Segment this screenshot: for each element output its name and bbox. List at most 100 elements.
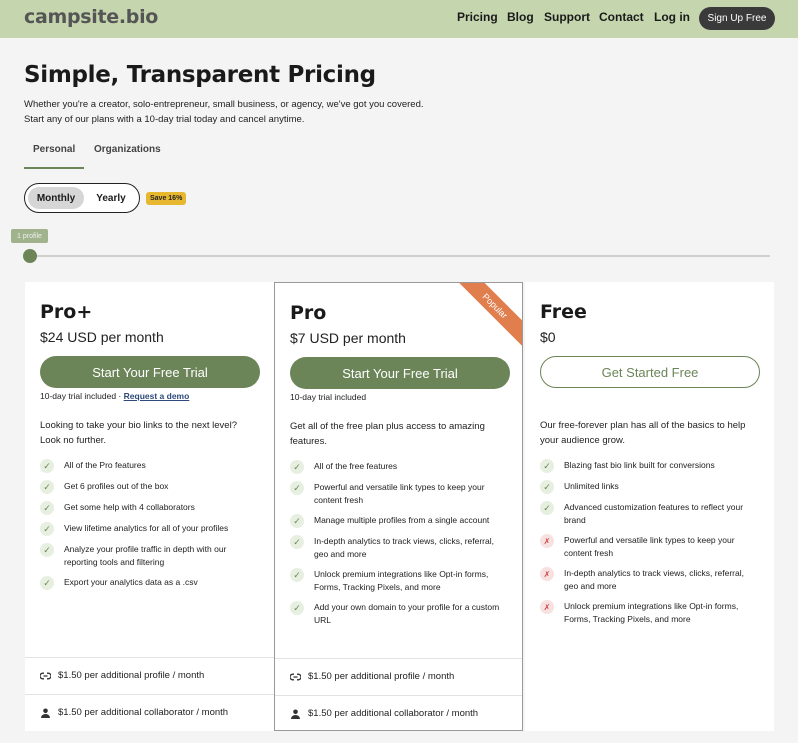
divider <box>275 658 522 659</box>
start-trial-button[interactable]: Start Your Free Trial <box>290 357 510 389</box>
feature-text: Powerful and versatile link types to kee… <box>314 482 485 505</box>
plan-price: $7 USD per month <box>290 330 406 346</box>
plan-description: Our free-forever plan has all of the bas… <box>540 420 746 446</box>
trial-note: 10-day trial included · Request a demo <box>40 391 189 401</box>
profile-count-tooltip: 1 profile <box>11 229 48 243</box>
check-icon: ✓ <box>290 514 304 528</box>
feature-text: In-depth analytics to track views, click… <box>314 536 494 559</box>
get-started-button[interactable]: Get Started Free <box>540 356 760 388</box>
feature-text: Unlock premium integrations like Opt-in … <box>314 569 489 592</box>
feature-item: ✓ Add your own domain to your profile for… <box>290 601 510 627</box>
billing-yearly-option[interactable]: Yearly <box>85 187 137 209</box>
plan-description: Get all of the free plan plus access to … <box>290 421 485 447</box>
addon-text: $1.50 per additional collaborator / mont… <box>58 707 229 718</box>
campsite-logo[interactable]: campsite.bio <box>24 6 158 28</box>
trial-note: 10-day trial included <box>290 392 367 402</box>
feature-item: ✓ In-depth analytics to track views, clic… <box>290 535 510 561</box>
sign-up-button[interactable]: Sign Up Free <box>699 7 775 30</box>
check-icon: ✓ <box>40 501 54 515</box>
tab-personal[interactable]: Personal <box>33 144 75 155</box>
billing-monthly-option[interactable]: Monthly <box>28 187 84 209</box>
check-icon: ✓ <box>40 480 54 494</box>
tab-organizations[interactable]: Organizations <box>94 144 161 155</box>
feature-text: Export your analytics data as a .csv <box>64 577 198 587</box>
addon-collaborator: $1.50 per additional collaborator / mont… <box>290 708 478 719</box>
page-title: Simple, Transparent Pricing <box>24 62 376 88</box>
plan-card-pro-plus: Pro+ $24 USD per month Start Your Free T… <box>25 282 274 731</box>
feature-item: ✓ Analyze your profile traffic in depth w… <box>40 543 260 569</box>
feature-item: ✓ Unlock premium integrations like Opt-in… <box>290 568 510 594</box>
feature-list: ✓ All of the free features ✓ Powerful and v… <box>290 460 510 634</box>
divider <box>25 694 274 695</box>
price-amount: $7 <box>290 330 306 346</box>
nav-support[interactable]: Support <box>544 10 590 24</box>
feature-list: ✓ All of the Pro features ✓ Get 6 profiles … <box>40 459 260 597</box>
feature-text: All of the free features <box>314 461 398 471</box>
addon-profile: $1.50 per additional profile / month <box>290 671 454 682</box>
link-icon <box>290 673 301 680</box>
check-icon: ✓ <box>40 543 54 557</box>
price-amount: $24 <box>40 329 64 345</box>
cross-icon: ✗ <box>540 600 554 614</box>
feature-item: ✗ Powerful and versatile link types to ke… <box>540 534 760 560</box>
feature-item: ✗ In-depth analytics to track views, clic… <box>540 567 760 593</box>
nav-contact[interactable]: Contact <box>599 10 644 24</box>
feature-text: Powerful and versatile link types to kee… <box>564 535 735 558</box>
active-tab-indicator <box>24 167 84 169</box>
addon-text: $1.50 per additional collaborator / mont… <box>308 708 479 719</box>
check-icon: ✓ <box>40 459 54 473</box>
divider <box>275 695 522 696</box>
feature-item: ✗ Unlock premium integrations like Opt-in… <box>540 600 760 626</box>
feature-text: Advanced customization features to refle… <box>564 502 744 525</box>
user-icon <box>41 708 50 718</box>
link-icon <box>40 672 51 679</box>
feature-item: ✓ View lifetime analytics for all of your… <box>40 522 260 536</box>
plan-card-pro: Popular Pro $7 USD per month Start Your … <box>274 282 523 731</box>
trial-note-text: 10-day trial included · <box>40 391 122 401</box>
feature-item: ✓ All of the free features <box>290 460 510 474</box>
addon-collaborator: $1.50 per additional collaborator / mont… <box>40 707 228 718</box>
plan-name: Pro <box>290 302 327 324</box>
feature-text: In-depth analytics to track views, click… <box>564 568 744 591</box>
price-unit: USD per month <box>67 329 164 345</box>
check-icon: ✓ <box>290 601 304 615</box>
billing-toggle[interactable]: Monthly Yearly <box>24 183 140 213</box>
check-icon: ✓ <box>540 459 554 473</box>
popular-ribbon: Popular <box>449 283 522 352</box>
feature-text: Manage multiple profiles from a single a… <box>314 515 490 525</box>
request-demo-link[interactable]: Request a demo <box>124 391 190 401</box>
check-icon: ✓ <box>290 535 304 549</box>
nav-blog[interactable]: Blog <box>507 10 534 24</box>
feature-item: ✓ Export your analytics data as a .csv <box>40 576 260 590</box>
check-icon: ✓ <box>290 568 304 582</box>
check-icon: ✓ <box>540 480 554 494</box>
check-icon: ✓ <box>290 481 304 495</box>
feature-item: ✓ Get 6 profiles out of the box <box>40 480 260 494</box>
start-trial-button[interactable]: Start Your Free Trial <box>40 356 260 388</box>
feature-text: Blazing fast bio link built for conversi… <box>564 460 715 470</box>
addon-profile: $1.50 per additional profile / month <box>40 670 204 681</box>
feature-text: Add your own domain to your profile for … <box>314 602 500 625</box>
feature-item: ✓ Advanced customization features to refl… <box>540 501 760 527</box>
cross-icon: ✗ <box>540 567 554 581</box>
check-icon: ✓ <box>40 522 54 536</box>
plan-price: $24 USD per month <box>40 329 164 345</box>
check-icon: ✓ <box>540 501 554 515</box>
feature-text: Unlock premium integrations like Opt-in … <box>564 601 739 624</box>
save-badge: Save 16% <box>146 192 187 205</box>
feature-item: ✓ Blazing fast bio link built for convers… <box>540 459 760 473</box>
nav-pricing[interactable]: Pricing <box>457 10 498 24</box>
feature-text: Get some help with 4 collaborators <box>64 502 195 512</box>
feature-item: ✓ Unlimited links <box>540 480 760 494</box>
user-icon <box>291 709 300 719</box>
profile-slider-track[interactable] <box>30 255 770 257</box>
addon-text: $1.50 per additional profile / month <box>58 670 205 681</box>
addon-text: $1.50 per additional profile / month <box>308 671 455 682</box>
cross-icon: ✗ <box>540 534 554 548</box>
nav-login[interactable]: Log in <box>654 10 690 24</box>
feature-item: ✓ Manage multiple profiles from a single … <box>290 514 510 528</box>
feature-text: Get 6 profiles out of the box <box>64 481 169 491</box>
divider <box>25 657 274 658</box>
check-icon: ✓ <box>40 576 54 590</box>
profile-slider-handle[interactable] <box>23 249 37 263</box>
